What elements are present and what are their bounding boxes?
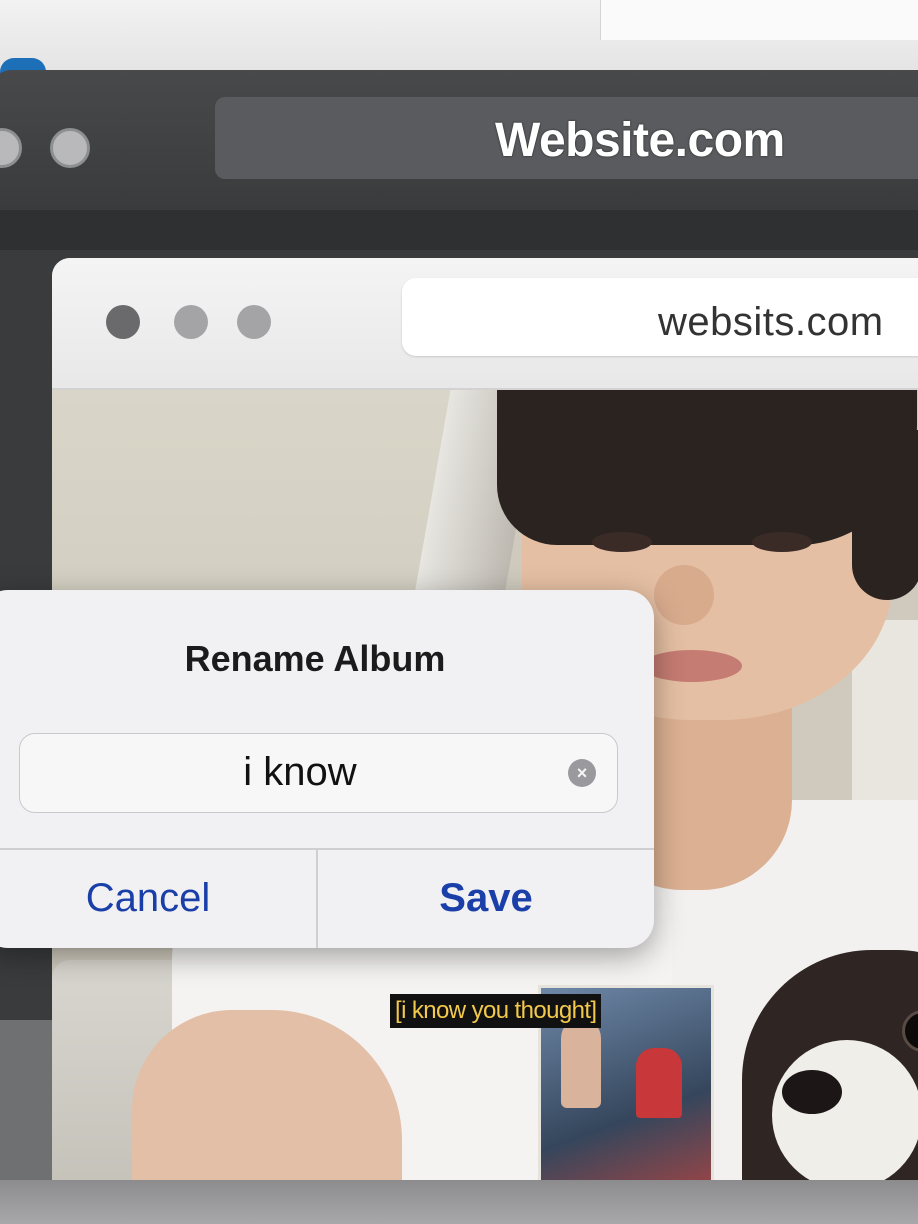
- outer-address-text: Website.com: [495, 114, 785, 167]
- background-window-segment: [600, 0, 918, 40]
- outer-window-button-close[interactable]: [0, 128, 22, 168]
- video-subtitle-caption: [i know you thought]: [390, 994, 602, 1028]
- outer-window-button-minimize[interactable]: [50, 128, 90, 168]
- outer-browser-toolbar: Website.com: [0, 70, 918, 210]
- inner-address-text: websits.com: [658, 300, 884, 344]
- video-person-nose: [654, 565, 714, 625]
- inner-window-button-zoom[interactable]: [237, 305, 271, 339]
- bottom-shade: [0, 1180, 918, 1224]
- album-name-input-value: i know: [243, 750, 357, 794]
- inner-window-button-minimize[interactable]: [174, 305, 208, 339]
- background-window-strip: [0, 0, 918, 88]
- inner-window-button-close[interactable]: [106, 305, 140, 339]
- video-person-mouth: [642, 650, 742, 682]
- inner-browser-toolbar: websits.com: [52, 258, 918, 390]
- outer-address-bar[interactable]: Website.com: [215, 97, 918, 179]
- cancel-button[interactable]: Cancel: [0, 848, 316, 948]
- save-button[interactable]: Save: [318, 848, 654, 948]
- inner-address-bar[interactable]: websits.com: [402, 278, 918, 356]
- dialog-title: Rename Album: [184, 638, 446, 679]
- album-name-input[interactable]: i know ×: [19, 733, 618, 813]
- shirt-print-figure: [561, 1018, 601, 1108]
- dog-nose: [782, 1070, 842, 1114]
- clear-icon[interactable]: ×: [568, 759, 596, 787]
- video-person-hair-side: [852, 430, 918, 600]
- video-person-eye-right: [752, 532, 812, 552]
- outer-browser-divider: [0, 210, 918, 250]
- video-person-eye-left: [592, 532, 652, 552]
- dog-eye: [902, 1010, 918, 1052]
- dog-muzzle: [772, 1040, 918, 1188]
- rename-album-dialog: Rename Album i know × Cancel Save: [0, 590, 654, 948]
- shirt-print-figure: [636, 1048, 682, 1118]
